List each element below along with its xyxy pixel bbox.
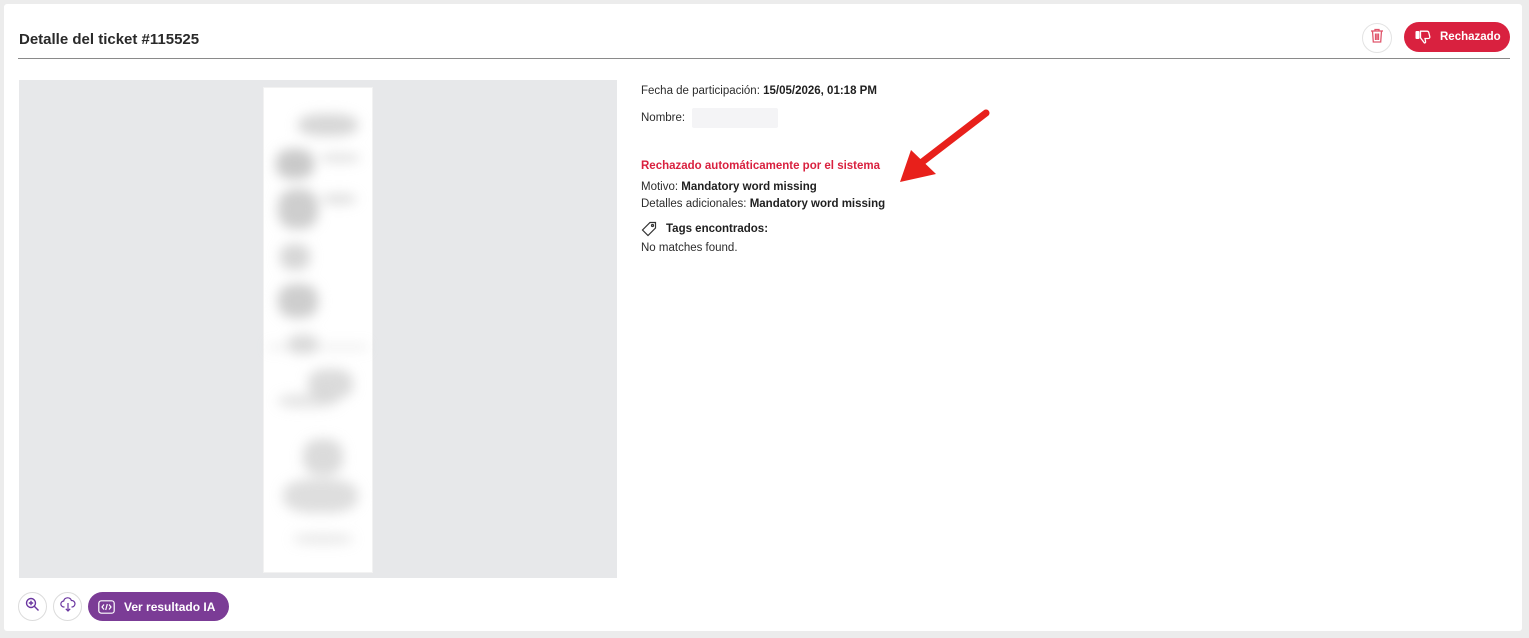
cloud-download-icon [59, 596, 76, 617]
receipt-blurred-content [268, 94, 368, 566]
tags-value: No matches found. [641, 242, 738, 254]
extra-value: Mandatory word missing [749, 198, 886, 210]
date-value: 15/05/2026, 01:18 PM [763, 85, 877, 97]
tags-header: Tags encontrados: [641, 221, 768, 237]
rejection-notice: Rechazado automáticamente por el sistema [641, 160, 881, 172]
status-rejected-button[interactable]: Rechazado [1404, 22, 1510, 52]
delete-button[interactable] [1362, 23, 1392, 53]
ticket-image-viewer[interactable] [19, 80, 617, 578]
name-label: Nombre: [641, 112, 686, 125]
code-icon [98, 599, 115, 614]
page-title: Detalle del ticket #115525 [19, 31, 200, 48]
receipt-image [264, 88, 372, 572]
view-ai-result-button[interactable]: Ver resultado IA [88, 592, 230, 621]
zoom-in-button[interactable] [18, 592, 47, 621]
download-button[interactable] [53, 592, 82, 621]
viewer-toolbar: Ver resultado IA [18, 592, 230, 621]
name-value-redacted [692, 108, 779, 128]
tag-icon [641, 221, 658, 237]
tags-label: Tags encontrados: [666, 223, 769, 235]
participant-name: Nombre: [641, 108, 779, 128]
participation-date: Fecha de participación: 15/05/2026, 01:1… [641, 85, 877, 97]
reason-label: Motivo: [641, 181, 679, 193]
extra-label: Detalles adicionales: [641, 198, 747, 210]
ticket-detail-card: Detalle del ticket #115525 Rechazado Ver… [4, 4, 1522, 631]
thumbs-down-icon [1415, 30, 1431, 44]
ticket-header: Detalle del ticket #115525 Rechazado [18, 22, 1510, 59]
rejection-reason: Motivo: Mandatory word missing [641, 181, 817, 193]
status-label: Rechazado [1440, 31, 1501, 43]
zoom-in-icon [25, 597, 40, 617]
arrow-annotation [900, 109, 990, 182]
reason-value: Mandatory word missing [681, 181, 817, 193]
additional-details: Detalles adicionales: Mandatory word mis… [641, 198, 885, 210]
trash-icon [1369, 27, 1385, 49]
ai-button-label: Ver resultado IA [124, 599, 216, 614]
date-label: Fecha de participación: [641, 85, 760, 97]
